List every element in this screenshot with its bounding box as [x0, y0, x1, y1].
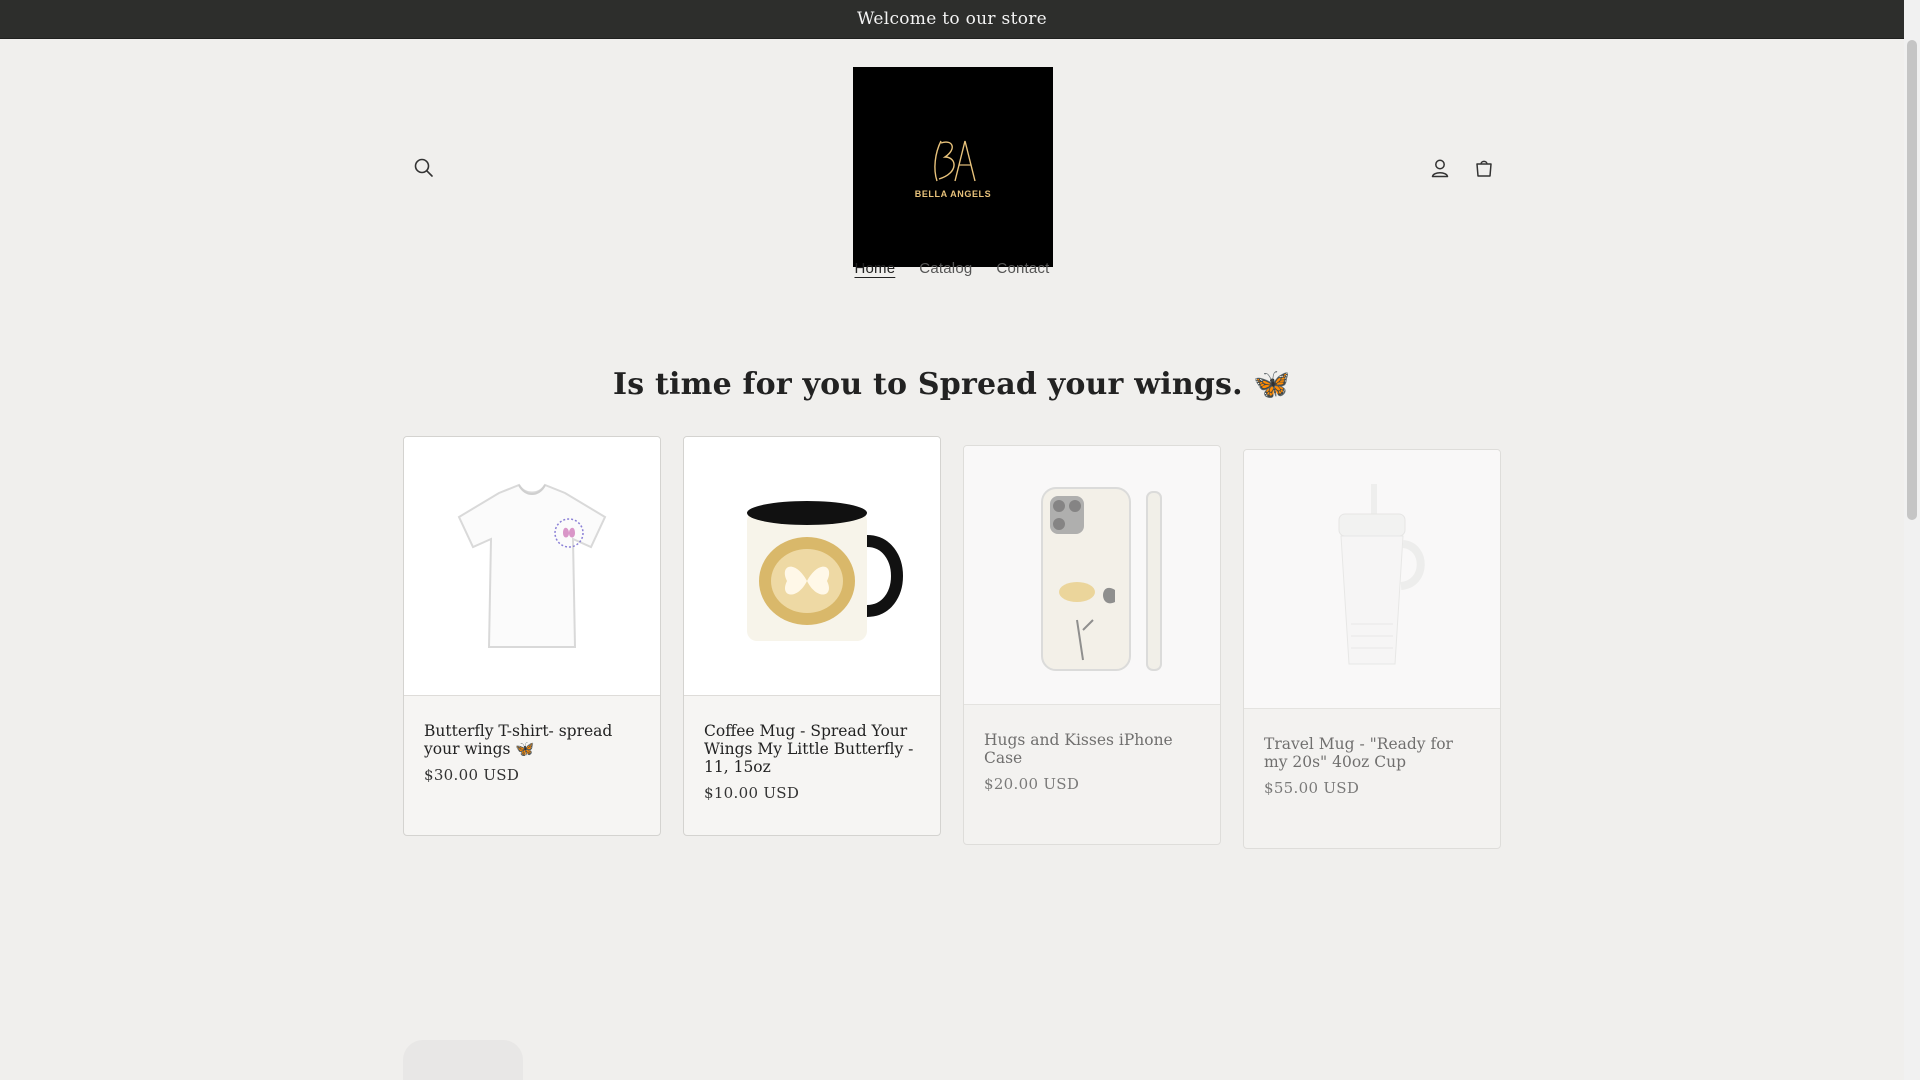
mug-image — [747, 501, 903, 641]
product-card[interactable]: Hugs and Kisses iPhone Case $20.00 USD — [963, 445, 1221, 845]
store-logo[interactable]: BELLA ANGELS — [853, 67, 1053, 267]
product-price: $20.00 USD — [984, 775, 1080, 793]
page-scrollbar[interactable] — [1904, 0, 1920, 1080]
cart-button[interactable] — [1466, 150, 1502, 186]
search-button[interactable] — [406, 150, 442, 186]
announcement-text: Welcome to our store — [856, 9, 1048, 29]
scrollbar-thumb[interactable] — [1907, 40, 1917, 520]
main-nav: Home Catalog Contact — [0, 256, 1904, 281]
nav-contact[interactable]: Contact — [996, 256, 1049, 281]
loading-placeholder — [403, 1040, 523, 1080]
product-image[interactable] — [684, 437, 940, 696]
logo-text: BELLA ANGELS — [914, 189, 992, 199]
product-image[interactable] — [1244, 450, 1500, 709]
cart-icon — [1476, 160, 1492, 177]
product-card[interactable]: Travel Mug - "Ready for my 20s" 40oz Cup… — [1243, 449, 1501, 849]
site-header: BELLA ANGELS — [0, 38, 1904, 328]
product-price: $30.00 USD — [424, 766, 520, 784]
product-title[interactable]: Travel Mug - "Ready for my 20s" 40oz Cup — [1264, 735, 1480, 771]
product-title[interactable]: Hugs and Kisses iPhone Case — [984, 731, 1200, 767]
logo-monogram-icon — [934, 140, 976, 182]
nav-home[interactable]: Home — [854, 256, 895, 281]
announcement-bar: Welcome to our store — [0, 0, 1904, 39]
travel-mug-image — [1338, 484, 1425, 665]
product-card[interactable]: Coffee Mug - Spread Your Wings My Little… — [683, 436, 941, 836]
product-image[interactable] — [964, 446, 1220, 705]
product-price: $10.00 USD — [704, 784, 800, 802]
product-price: $55.00 USD — [1264, 779, 1360, 797]
account-button[interactable] — [1422, 150, 1458, 186]
product-image[interactable] — [404, 437, 660, 696]
section-heading: Is time for you to Spread your wings. 🦋 — [613, 367, 1291, 402]
nav-catalog[interactable]: Catalog — [919, 256, 972, 281]
product-title[interactable]: Butterfly T-shirt- spread your wings 🦋 — [424, 722, 640, 758]
search-icon — [414, 158, 433, 177]
phone-case-image — [1041, 487, 1162, 671]
product-card[interactable]: Butterfly T-shirt- spread your wings 🦋 $… — [403, 436, 661, 836]
account-icon — [1431, 159, 1449, 178]
t-shirt-image — [457, 483, 607, 648]
product-title[interactable]: Coffee Mug - Spread Your Wings My Little… — [704, 722, 920, 776]
